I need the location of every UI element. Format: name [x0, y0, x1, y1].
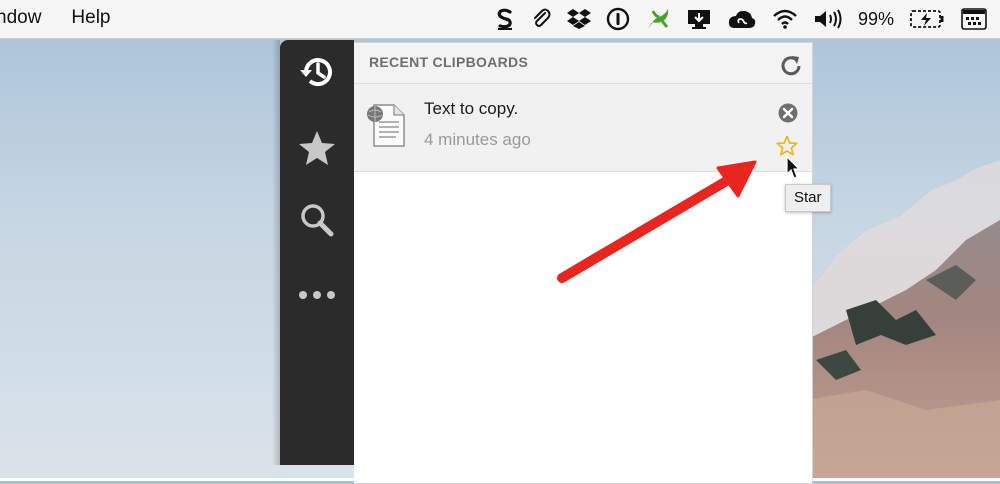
- wifi-icon[interactable]: [772, 8, 798, 30]
- starred-button[interactable]: [280, 120, 354, 180]
- clipboard-item-time: 4 minutes ago: [424, 130, 531, 149]
- desktop-mountain-image: [806, 160, 1000, 480]
- panel-title: RECENT CLIPBOARDS: [369, 54, 529, 70]
- leaf-app-icon[interactable]: [645, 7, 671, 31]
- menu-help[interactable]: Help: [71, 7, 110, 29]
- menu-window[interactable]: ndow: [0, 7, 41, 29]
- battery-charging-icon[interactable]: [909, 8, 945, 30]
- display-icon[interactable]: [686, 7, 712, 31]
- battery-percent[interactable]: 99%: [858, 9, 894, 30]
- history-button[interactable]: [280, 44, 354, 104]
- search-button[interactable]: [280, 192, 354, 252]
- app-sidebar: [280, 40, 354, 465]
- keyboard-viewer-icon[interactable]: [960, 7, 988, 31]
- menu-bar: ndow Help 99%: [0, 0, 1000, 39]
- star-icon: [298, 130, 336, 171]
- more-icon: [297, 287, 337, 305]
- panel-header: RECENT CLIPBOARDS: [354, 43, 812, 84]
- history-icon: [297, 52, 337, 97]
- delete-icon[interactable]: [778, 103, 798, 123]
- 1password-icon[interactable]: [606, 7, 630, 31]
- refresh-icon[interactable]: [778, 53, 804, 79]
- scrivener-s-icon[interactable]: [495, 7, 515, 31]
- more-button[interactable]: [280, 266, 354, 326]
- volume-icon[interactable]: [813, 8, 843, 30]
- creative-cloud-icon[interactable]: [727, 8, 757, 30]
- dropbox-icon[interactable]: [566, 8, 591, 30]
- sidebar-shadow: [272, 40, 280, 465]
- red-arrow-annotation: [557, 160, 757, 283]
- clipboard-item-text: Text to copy.: [424, 99, 519, 118]
- star-tooltip: Star: [785, 184, 831, 212]
- search-icon: [299, 202, 335, 243]
- status-area: 99%: [495, 5, 988, 33]
- paperclip-icon[interactable]: [530, 8, 552, 30]
- mouse-pointer-icon: [786, 156, 800, 179]
- document-icon: [366, 102, 408, 148]
